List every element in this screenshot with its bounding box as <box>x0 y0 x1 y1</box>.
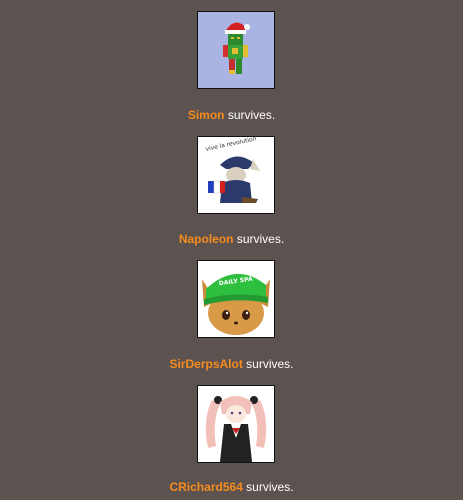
status-text: survives. <box>242 357 294 371</box>
player-name[interactable]: SirDerpsAlot <box>169 357 242 371</box>
survival-caption: CRichard564 survives. <box>0 480 463 494</box>
status-text: survives. <box>233 232 285 246</box>
anime-pigtails-girl-avatar-icon <box>197 385 275 463</box>
napoleon-character-avatar-icon: vive la revolution <box>197 136 275 214</box>
survival-caption: SirDerpsAlot survives. <box>0 357 463 371</box>
status-text: survives. <box>242 480 294 494</box>
minecraft-santa-avatar-icon <box>197 11 275 89</box>
player-name[interactable]: Napoleon <box>179 232 234 246</box>
status-text: survives. <box>224 108 276 122</box>
event-feed: Simon survives. vive la revolution Napol… <box>0 0 463 500</box>
player-name[interactable]: CRichard564 <box>169 480 242 494</box>
survival-caption: Simon survives. <box>0 108 463 122</box>
player-name[interactable]: Simon <box>188 108 225 122</box>
eevee-green-cap-avatar-icon: DAILY SPA <box>197 260 275 338</box>
survival-caption: Napoleon survives. <box>0 232 463 246</box>
